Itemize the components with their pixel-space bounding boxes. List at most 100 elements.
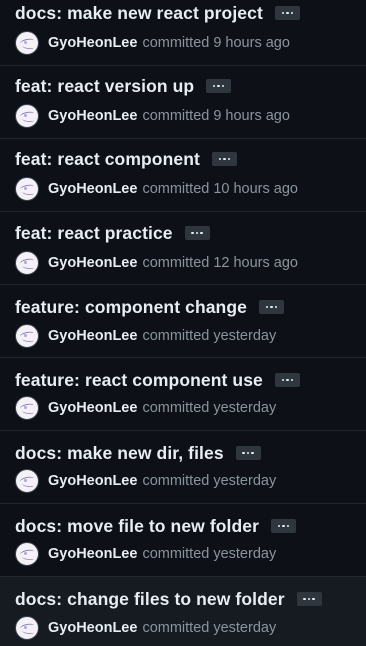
commit-title-line: feat: react version up: [15, 75, 232, 97]
commit-action: committed: [142, 108, 210, 124]
commit-meta: GyoHeonLee committed yesterday: [15, 615, 276, 641]
ellipsis-icon: [270, 305, 273, 309]
commit-action: committed: [142, 328, 210, 344]
commit-title[interactable]: docs: make new react project: [15, 3, 263, 24]
commit-meta: GyoHeonLee committed yesterday: [15, 323, 276, 349]
commit-time[interactable]: 10 hours ago: [213, 181, 298, 197]
ellipsis-icon: [246, 451, 250, 455]
commit-action: committed: [142, 181, 210, 197]
commit-time[interactable]: yesterday: [213, 546, 276, 562]
ellipsis-icon: [281, 11, 285, 15]
ellipsis-icon: [286, 378, 289, 382]
avatar[interactable]: [15, 177, 39, 201]
ellipsis-icon: [200, 231, 203, 235]
ellipsis-icon: [195, 231, 199, 235]
avatar[interactable]: [15, 324, 39, 348]
commit-title-line: docs: move file to new folder: [15, 515, 297, 537]
ellipsis-icon: [242, 451, 245, 455]
commit-title[interactable]: feat: react version up: [15, 76, 194, 97]
avatar[interactable]: [15, 542, 39, 566]
expand-message-button[interactable]: [271, 519, 297, 533]
expand-message-button[interactable]: [258, 300, 284, 314]
commit-title[interactable]: docs: change files to new folder: [15, 589, 285, 610]
author-link[interactable]: GyoHeonLee: [48, 400, 137, 416]
commit-time[interactable]: yesterday: [213, 400, 276, 416]
commit-action: committed: [142, 546, 210, 562]
commit-meta: GyoHeonLee committed yesterday: [15, 395, 276, 421]
ellipsis-icon: [191, 231, 194, 235]
commit-meta: GyoHeonLee committed 9 hours ago: [15, 30, 290, 56]
commit-title-line: docs: change files to new folder: [15, 588, 322, 610]
commit-title[interactable]: feat: react practice: [15, 223, 173, 244]
ellipsis-icon: [227, 157, 231, 161]
author-link[interactable]: GyoHeonLee: [48, 255, 137, 271]
commit-action: committed: [142, 473, 210, 489]
expand-message-button[interactable]: [274, 373, 300, 387]
commit-row: docs: change files to new folder GyoHeon…: [0, 577, 366, 646]
commit-row: feat: react practice GyoHeonLee committe…: [0, 212, 366, 285]
avatar[interactable]: [15, 469, 39, 493]
ellipsis-icon: [312, 597, 315, 601]
commit-meta: GyoHeonLee committed yesterday: [15, 468, 276, 494]
commit-title-line: feature: react component use: [15, 369, 300, 391]
author-link[interactable]: GyoHeonLee: [48, 35, 137, 51]
expand-message-button[interactable]: [296, 592, 322, 606]
ellipsis-icon: [218, 157, 222, 161]
commit-time[interactable]: 9 hours ago: [213, 35, 290, 51]
author-link[interactable]: GyoHeonLee: [48, 473, 137, 489]
expand-message-button[interactable]: [274, 6, 300, 20]
ellipsis-icon: [223, 157, 226, 161]
commit-title[interactable]: docs: move file to new folder: [15, 516, 259, 537]
ellipsis-icon: [290, 11, 294, 15]
commit-time[interactable]: 9 hours ago: [213, 108, 290, 124]
commit-row: docs: make new react project GyoHeonLee …: [0, 0, 366, 66]
expand-message-button[interactable]: [235, 446, 261, 460]
ellipsis-icon: [221, 84, 225, 88]
commit-title[interactable]: feature: component change: [15, 297, 247, 318]
ellipsis-icon: [307, 597, 311, 601]
commit-title-line: feat: react component: [15, 148, 237, 170]
commit-row: feature: react component use GyoHeonLee …: [0, 358, 366, 431]
avatar[interactable]: [15, 31, 39, 55]
commit-meta: GyoHeonLee committed yesterday: [15, 541, 276, 567]
commit-title-line: docs: make new react project: [15, 2, 300, 24]
commit-list: docs: make new react project GyoHeonLee …: [0, 0, 366, 646]
author-link[interactable]: GyoHeonLee: [48, 181, 137, 197]
commit-time[interactable]: yesterday: [213, 328, 276, 344]
commit-row: feat: react component GyoHeonLee committ…: [0, 139, 366, 212]
commit-title-line: feature: component change: [15, 296, 284, 318]
commit-meta: GyoHeonLee committed 10 hours ago: [15, 176, 298, 202]
avatar[interactable]: [15, 104, 39, 128]
commit-title-line: feat: react practice: [15, 222, 210, 244]
author-link[interactable]: GyoHeonLee: [48, 620, 137, 636]
commit-row: feature: component change GyoHeonLee com…: [0, 285, 366, 358]
commit-row: feat: react version up GyoHeonLee commit…: [0, 66, 366, 139]
commit-time[interactable]: 12 hours ago: [213, 255, 298, 271]
ellipsis-icon: [281, 378, 285, 382]
expand-message-button[interactable]: [184, 226, 210, 240]
ellipsis-icon: [286, 11, 289, 15]
expand-message-button[interactable]: [211, 152, 237, 166]
commit-meta: GyoHeonLee committed 12 hours ago: [15, 250, 298, 276]
avatar[interactable]: [15, 616, 39, 640]
avatar[interactable]: [15, 396, 39, 420]
commit-title[interactable]: docs: make new dir, files: [15, 443, 224, 464]
ellipsis-icon: [265, 305, 269, 309]
commit-action: committed: [142, 255, 210, 271]
commit-action: committed: [142, 620, 210, 636]
commit-action: committed: [142, 400, 210, 416]
commit-title[interactable]: feature: react component use: [15, 370, 263, 391]
ellipsis-icon: [290, 378, 294, 382]
author-link[interactable]: GyoHeonLee: [48, 546, 137, 562]
commit-row: docs: make new dir, files GyoHeonLee com…: [0, 431, 366, 504]
commit-time[interactable]: yesterday: [213, 473, 276, 489]
commit-title-line: docs: make new dir, files: [15, 442, 261, 464]
author-link[interactable]: GyoHeonLee: [48, 108, 137, 124]
expand-message-button[interactable]: [206, 79, 232, 93]
ellipsis-icon: [212, 84, 216, 88]
author-link[interactable]: GyoHeonLee: [48, 328, 137, 344]
ellipsis-icon: [274, 305, 278, 309]
commit-title[interactable]: feat: react component: [15, 149, 200, 170]
commit-time[interactable]: yesterday: [213, 620, 276, 636]
avatar[interactable]: [15, 251, 39, 275]
